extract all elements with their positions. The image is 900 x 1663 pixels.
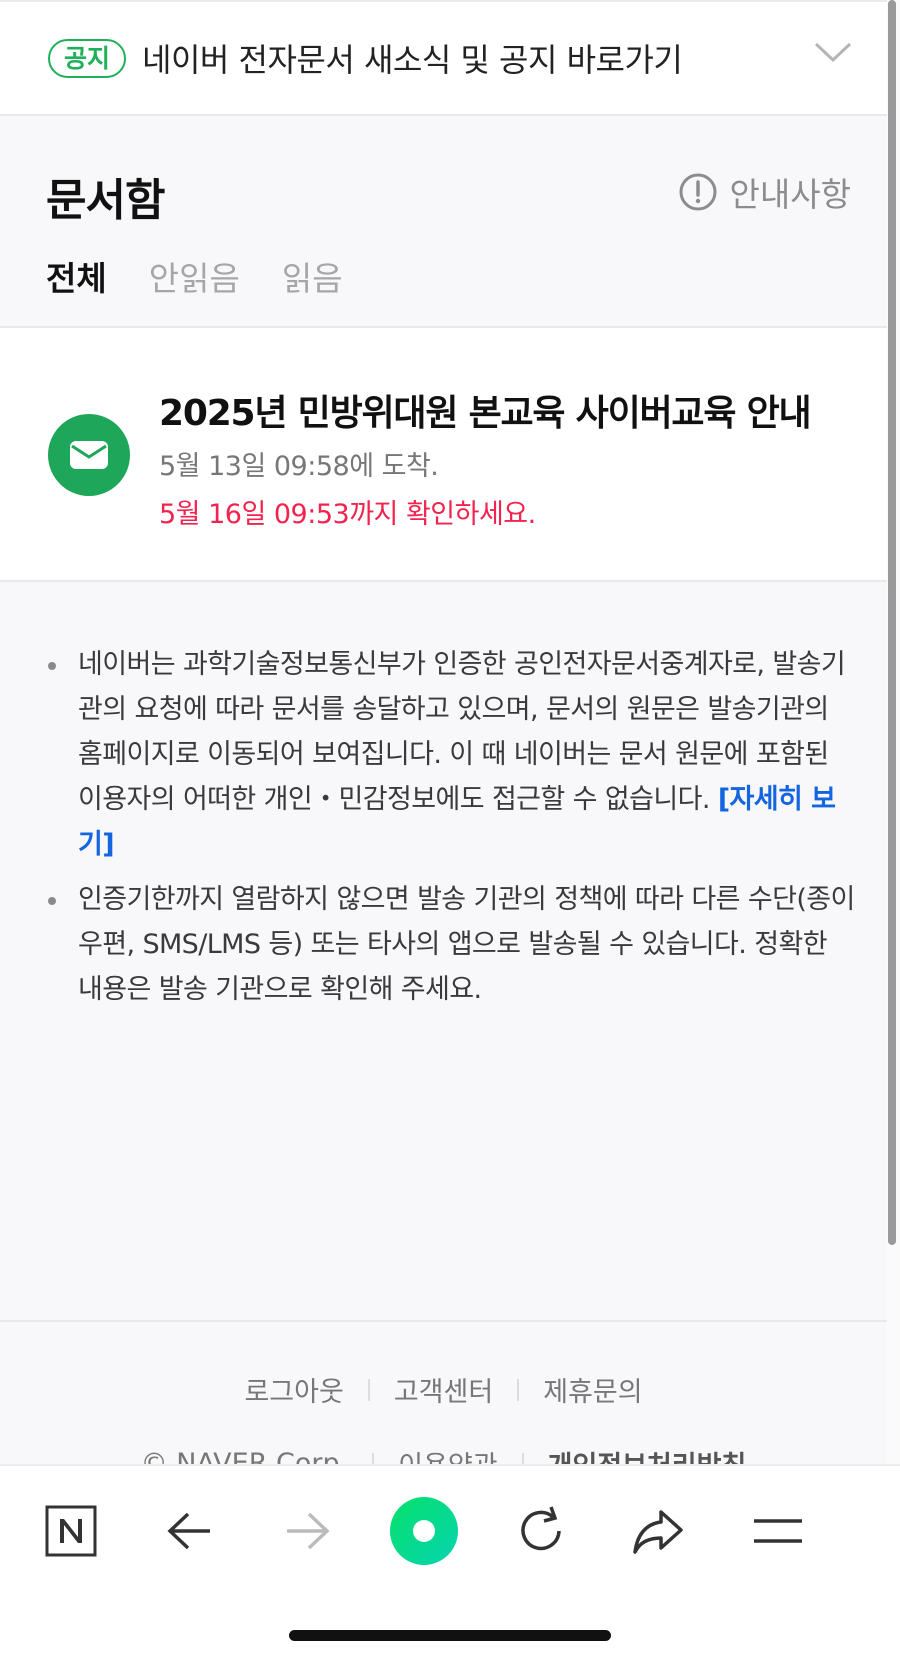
logout-link[interactable]: 로그아웃 [244,1370,343,1409]
divider [367,1378,370,1401]
notice-badge: 공지 [48,38,127,78]
exclamation-circle-icon [679,173,717,211]
browser-toolbar [0,1464,900,1663]
tab-unread[interactable]: 안읽음 [149,252,240,300]
info-section: 네이버는 과학기술정보통신부가 인증한 공인전자문서중계자로, 발송기관의 요청… [0,582,887,1322]
divider [372,1452,375,1464]
info-list: 네이버는 과학기술정보통신부가 인증한 공인전자문서중계자로, 발송기관의 요청… [48,642,858,1022]
document-arrival-time: 5월 13일 09:58에 도착. [159,451,439,482]
reload-icon[interactable] [506,1496,576,1566]
guide-label: 안내사항 [729,175,851,214]
chevron-down-icon[interactable] [813,40,853,64]
forward-arrow-icon[interactable] [272,1496,342,1566]
partnership-link[interactable]: 제휴문의 [543,1370,642,1409]
info-item-text: 인증기한까지 열람하지 않으면 발송 기관의 정책에 따라 다른 수단(종이 우… [78,884,855,1005]
footer-legal: © NAVER Corp. 이용약관 개인정보처리방침 [0,1444,887,1464]
tab-bar: 전체 안읽음 읽음 [46,252,385,300]
envelope-icon [48,414,130,496]
guide-button[interactable]: 안내사항 [678,168,851,216]
document-title: 2025년 민방위대원 본교육 사이버교육 안내 [159,393,812,434]
inbox-header: 문서함 안내사항 전체 안읽음 읽음 [0,116,887,328]
share-icon[interactable] [623,1496,693,1566]
divider [517,1378,520,1401]
copyright: © NAVER Corp. [140,1448,349,1464]
privacy-policy-link[interactable]: 개인정보처리방침 [548,1444,747,1464]
notice-bar[interactable]: 공지 네이버 전자문서 새소식 및 공지 바로가기 [0,0,887,116]
green-dot-icon[interactable] [389,1496,459,1566]
document-list-item[interactable]: 2025년 민방위대원 본교육 사이버교육 안내 5월 13일 09:58에 도… [0,328,887,582]
info-item: 인증기한까지 열람하지 않으면 발송 기관의 정책에 따라 다른 수단(종이 우… [48,877,858,1012]
tab-read[interactable]: 읽음 [282,252,343,300]
info-item: 네이버는 과학기술정보통신부가 인증한 공인전자문서중계자로, 발송기관의 요청… [48,642,858,867]
tab-all[interactable]: 전체 [46,252,107,300]
divider [521,1452,524,1464]
back-arrow-icon[interactable] [155,1496,225,1566]
scrollbar[interactable] [888,0,896,1245]
document-deadline: 5월 16일 09:53까지 확인하세요. [159,499,536,530]
home-indicator [289,1630,611,1641]
page-title: 문서함 [46,175,165,226]
customer-center-link[interactable]: 고객센터 [394,1370,493,1409]
terms-link[interactable]: 이용약관 [398,1444,497,1464]
naver-n-icon[interactable] [36,1496,106,1566]
notice-text: 네이버 전자문서 새소식 및 공지 바로가기 [142,41,683,79]
footer: 로그아웃 고객센터 제휴문의 © NAVER Corp. 이용약관 개인정보처리… [0,1322,887,1464]
footer-links: 로그아웃 고객센터 제휴문의 [0,1370,887,1409]
menu-icon[interactable] [743,1496,813,1566]
